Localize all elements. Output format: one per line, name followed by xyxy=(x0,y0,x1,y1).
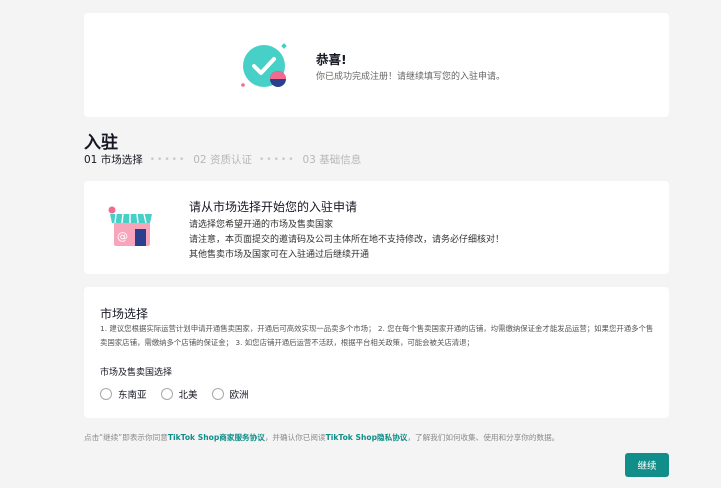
market-radio-group: 东南亚 北美 欧洲 xyxy=(100,387,263,401)
congrats-card: 恭喜! 你已成功完成注册！请继续填写您的入驻申请。 xyxy=(84,13,669,117)
radio-option-north-america[interactable]: 北美 xyxy=(160,387,198,401)
agreement-suffix: ，了解我们如何收集、使用和分享你的数据。 xyxy=(407,433,560,442)
radio-circle-icon[interactable] xyxy=(100,388,112,400)
step-indicator: 01 市场选择 ••••• 02 资质认证 ••••• 03 基础信息 xyxy=(84,152,361,167)
shop-icon: @ xyxy=(108,206,152,246)
radio-circle-icon[interactable] xyxy=(211,388,224,400)
intro-line-2: 请注意，本页面提交的邀请码及公司主体所在地不支持修改，请务必仔细核对！ xyxy=(189,235,505,245)
congrats-title: 恭喜! xyxy=(316,52,347,67)
market-section-title: 市场选择 xyxy=(100,307,149,321)
market-field-label: 市场及售卖国选择 xyxy=(100,368,173,378)
radio-circle-icon[interactable] xyxy=(160,388,173,400)
step-qualification: 02 资质认证 xyxy=(193,154,252,166)
step-separator: ••••• xyxy=(258,154,296,165)
agreement-prefix: 点击“继续”即表示你同意 xyxy=(84,433,168,442)
svg-text:@: @ xyxy=(117,230,128,243)
success-check-icon xyxy=(241,43,287,87)
radio-option-southeast-asia[interactable]: 东南亚 xyxy=(100,387,147,401)
agreement-middle: ，并确认你已阅读 xyxy=(264,433,326,442)
privacy-policy-link[interactable]: TikTok Shop隐私协议 xyxy=(326,433,408,442)
market-selection-card: 市场选择 1. 建议您根据实际运营计划申请开通售卖国家，开通后可高效实现一品卖多… xyxy=(84,287,669,418)
radio-label: 东南亚 xyxy=(118,390,147,401)
step-basic-info: 03 基础信息 xyxy=(302,154,362,166)
merchant-agreement-link[interactable]: TikTok Shop商家服务协议 xyxy=(168,433,265,442)
intro-title: 请从市场选择开始您的入驻申请 xyxy=(189,200,358,214)
market-notes: 1. 建议您根据实际运营计划申请开通售卖国家，开通后可高效实现一品卖多个市场； … xyxy=(100,324,654,347)
radio-option-europe[interactable]: 欧洲 xyxy=(211,387,249,401)
radio-label: 北美 xyxy=(178,390,198,401)
intro-line-3: 其他售卖市场及国家可在入驻通过后继续开通 xyxy=(189,250,370,260)
intro-line-1: 请选择您希望开通的市场及售卖国家 xyxy=(189,220,334,230)
congrats-description: 你已成功完成注册！请继续填写您的入驻申请。 xyxy=(316,72,506,82)
page-title: 入驻 xyxy=(84,133,118,153)
agreement-text: 点击“继续”即表示你同意TikTok Shop商家服务协议，并确认你已阅读Tik… xyxy=(84,432,559,443)
step-market-selection: 01 市场选择 xyxy=(84,154,143,166)
step-separator: ••••• xyxy=(149,154,187,165)
radio-label: 欧洲 xyxy=(229,390,249,401)
continue-button[interactable]: 继续 xyxy=(625,453,669,477)
intro-card: @ 请从市场选择开始您的入驻申请 请选择您希望开通的市场及售卖国家 请注意，本页… xyxy=(84,181,669,274)
